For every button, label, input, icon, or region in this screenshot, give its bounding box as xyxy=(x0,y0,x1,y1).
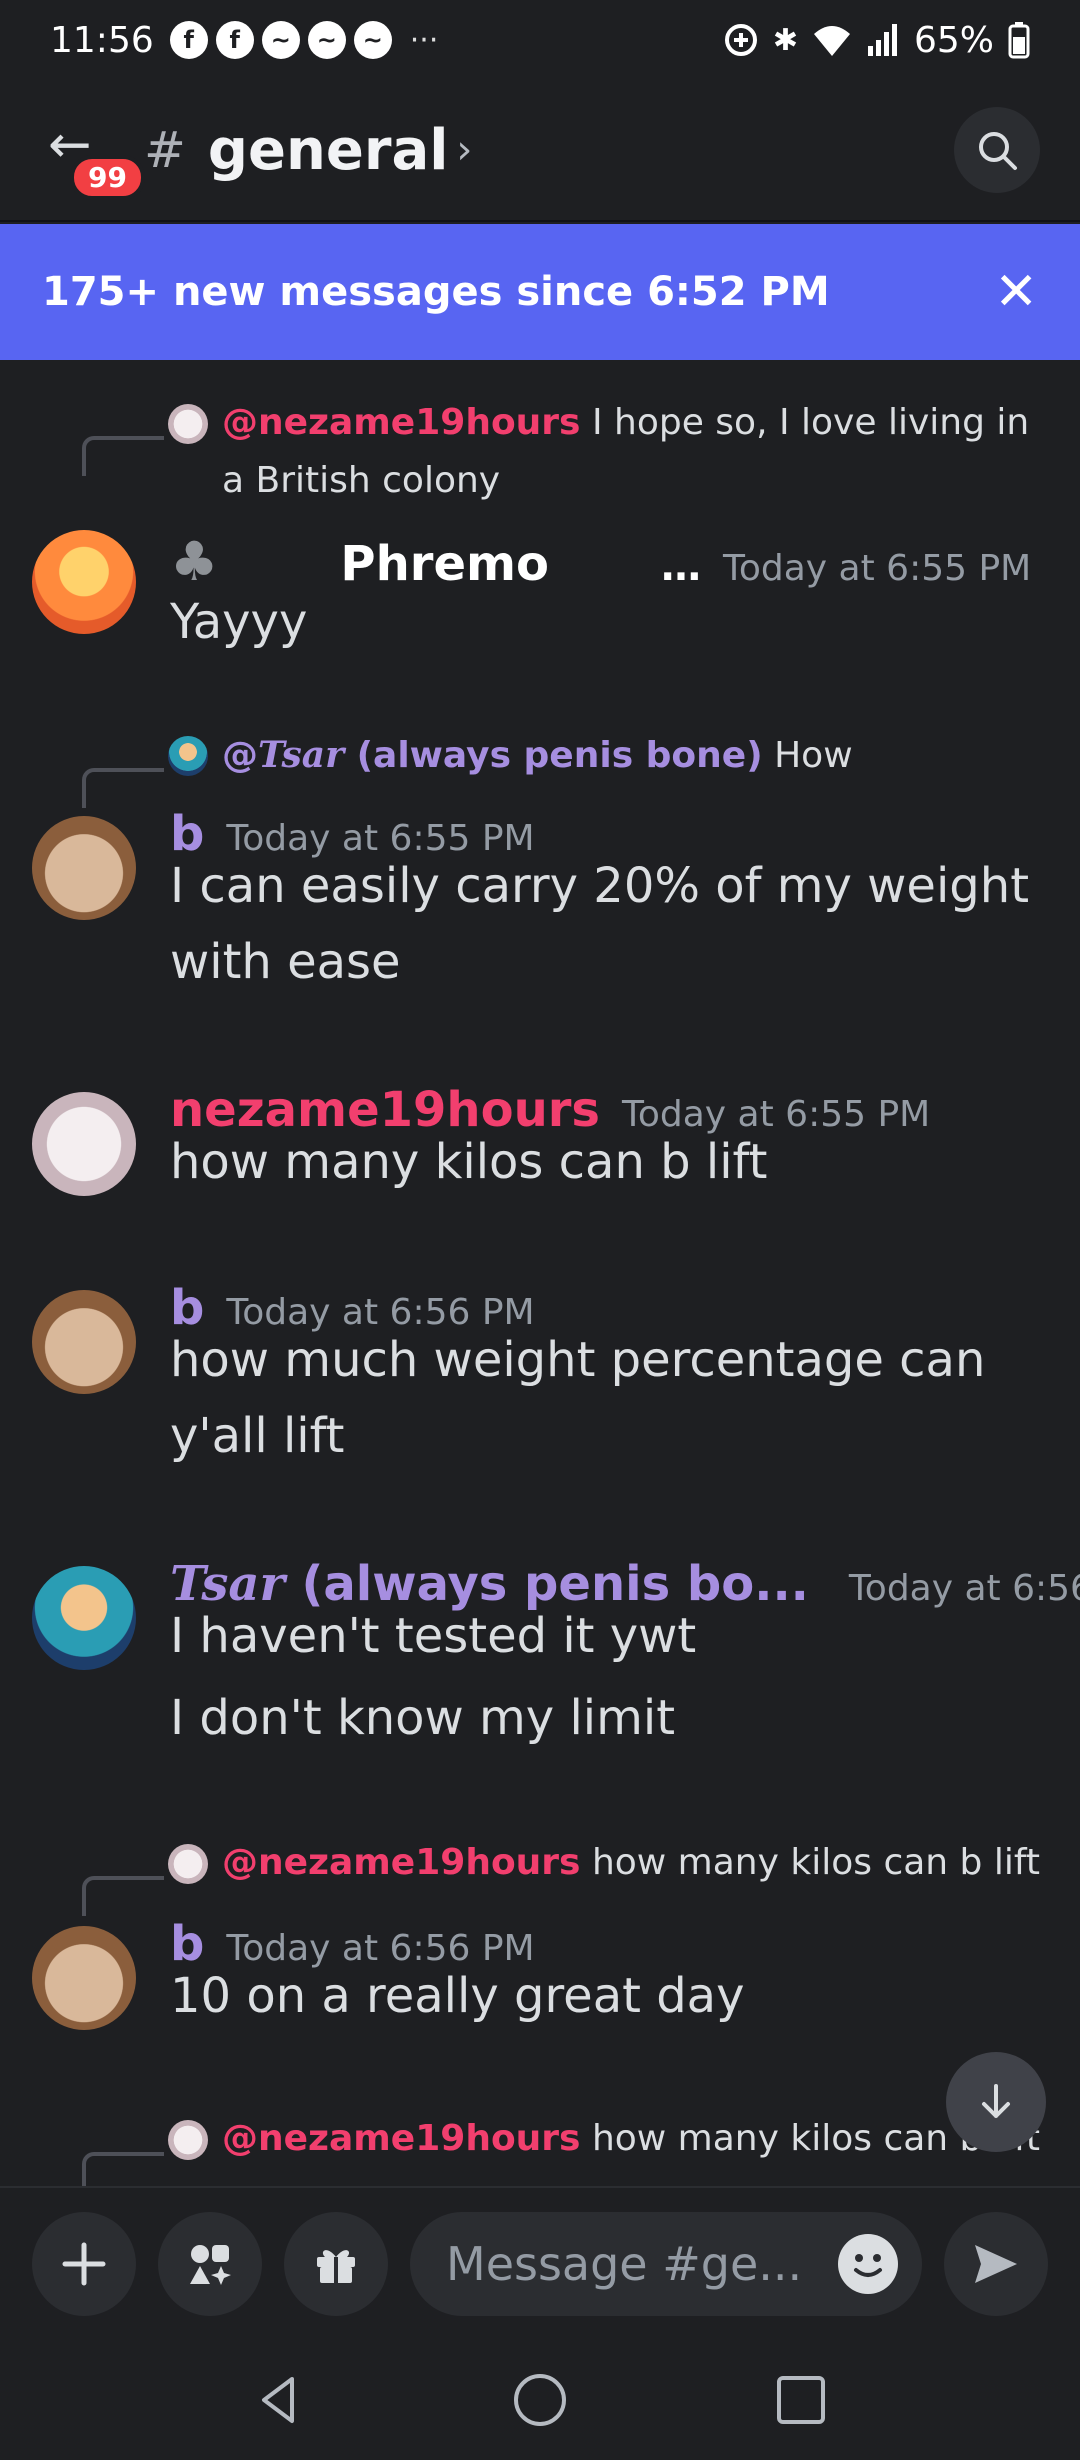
nav-home-icon[interactable] xyxy=(511,2371,569,2429)
reply-mention: @nezame19hours xyxy=(222,402,581,443)
message-input-placeholder: Message #ge... xyxy=(446,2237,803,2291)
search-button[interactable] xyxy=(954,107,1040,193)
signal-icon xyxy=(867,24,897,56)
back-button[interactable]: ← 99 xyxy=(40,105,145,200)
reply-mention-rest: (always penis bone) xyxy=(344,735,763,776)
battery-icon xyxy=(1008,22,1030,59)
avatar[interactable] xyxy=(32,1290,136,1394)
message-body: 10 on a really great day xyxy=(170,1968,745,2024)
bluetooth-icon: ✱ xyxy=(772,22,798,58)
status-time: 11:56 xyxy=(50,19,154,61)
reply-content: how many kilos can b lift xyxy=(580,1842,1041,1883)
system-nav-bar xyxy=(0,2340,1080,2460)
data-saver-icon xyxy=(724,24,757,56)
message-list[interactable]: @nezame19hours I hope so, I love living … xyxy=(0,360,1080,2186)
emoji-icon[interactable] xyxy=(838,2234,898,2294)
reply-text: @nezame19hours how many kilos can b lift xyxy=(222,1834,1042,1892)
plus-icon xyxy=(62,2242,106,2286)
facebook-icon: f xyxy=(169,21,208,59)
reply-connector xyxy=(82,436,164,476)
status-bar: 11:56 f f ~ ~ ~ ··· ✱ 65% xyxy=(0,0,1080,80)
nav-recents-icon[interactable] xyxy=(774,2373,828,2427)
reply-text: @Tsar (always penis bone) How xyxy=(222,726,1042,785)
reply-connector xyxy=(82,1876,164,1916)
wifi-icon xyxy=(813,26,850,56)
avatar xyxy=(168,736,208,776)
avatar[interactable] xyxy=(32,1566,136,1670)
reply-text: @nezame19hours I hope so, I love living … xyxy=(222,394,1042,510)
new-messages-banner[interactable]: 175+ new messages since 6:52 PM ✕ xyxy=(0,224,1080,360)
avatar[interactable] xyxy=(32,1092,136,1196)
gift-button[interactable] xyxy=(284,2212,388,2316)
message-body: I don't know my limit xyxy=(170,1690,676,1746)
channel-name[interactable]: general xyxy=(208,118,449,183)
avatar[interactable] xyxy=(32,530,136,634)
facebook-icon: f xyxy=(215,21,254,59)
reply-mention: @ xyxy=(222,735,258,776)
system-icons: ✱ 65% xyxy=(723,20,1030,61)
messenger-icon: ~ xyxy=(353,21,392,59)
new-messages-text: 175+ new messages since 6:52 PM xyxy=(42,269,830,315)
avatar xyxy=(168,404,208,444)
message-timestamp: Today at 6:55 PM xyxy=(723,548,1032,589)
reply-mention-name: Tsar xyxy=(258,734,345,776)
message-composer: Message #ge... xyxy=(0,2186,1080,2340)
more-notifications-icon: ··· xyxy=(409,22,439,58)
message-body: I haven't tested it ywt xyxy=(170,1608,697,1664)
message-body: how much weight percentage can y'all lif… xyxy=(170,1332,986,1464)
send-button[interactable] xyxy=(944,2212,1048,2316)
arrow-down-icon xyxy=(982,2084,1010,2118)
avatar[interactable] xyxy=(32,816,136,920)
avatar[interactable] xyxy=(32,1926,136,2030)
chevron-right-icon[interactable]: › xyxy=(456,127,472,173)
gift-icon xyxy=(317,2250,355,2283)
notification-icons: f f ~ ~ ~ ··· xyxy=(169,21,439,59)
reply-text: @nezame19hours how many kilos can b lift xyxy=(222,2110,1042,2168)
avatar xyxy=(168,1844,208,1884)
jump-to-latest-button[interactable] xyxy=(946,2052,1046,2152)
reply-content: How xyxy=(762,735,853,776)
battery-percent: 65% xyxy=(913,19,994,61)
unread-badge: 99 xyxy=(70,155,145,200)
search-icon xyxy=(979,132,1017,170)
reply-connector xyxy=(82,768,164,808)
channel-hash-icon: # xyxy=(144,121,186,179)
message-body: I can easily carry 20% of my weight with… xyxy=(170,858,1030,990)
apps-icon xyxy=(190,2245,231,2285)
avatar xyxy=(168,2120,208,2160)
message-body: Yayyy xyxy=(170,594,308,650)
message-body: how many kilos can b lift xyxy=(170,1134,768,1190)
message-input[interactable]: Message #ge... xyxy=(410,2212,922,2316)
reply-mention: @nezame19hours xyxy=(222,1842,581,1883)
messenger-icon: ~ xyxy=(307,21,346,59)
smiley-face-icon xyxy=(854,2254,882,2277)
send-icon xyxy=(975,2245,1017,2283)
messenger-icon: ~ xyxy=(261,21,300,59)
reply-connector xyxy=(82,2152,164,2186)
close-icon[interactable]: ✕ xyxy=(994,262,1038,322)
add-attachment-button[interactable] xyxy=(32,2212,136,2316)
channel-header: ← 99 # general › xyxy=(0,80,1080,222)
apps-button[interactable] xyxy=(158,2212,262,2316)
nav-back-icon[interactable] xyxy=(252,2373,306,2427)
reply-mention: @nezame19hours xyxy=(222,2118,581,2159)
